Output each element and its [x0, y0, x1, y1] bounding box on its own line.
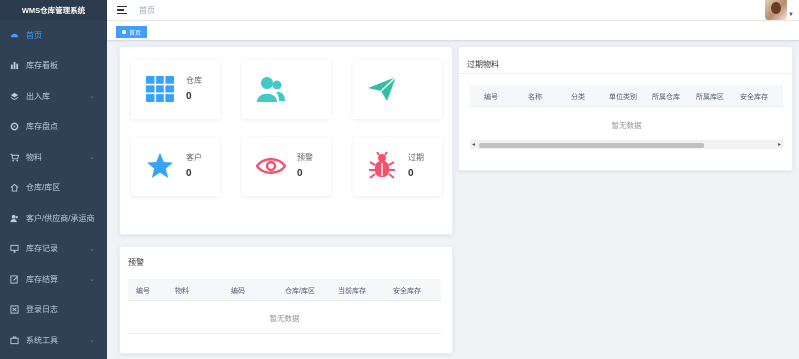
warning-panel: 预警 编号 物料 编码 仓库/库区 当前库存 安全库存 暂无数据 — [119, 246, 453, 354]
table-header: 编号 名称 分类 单位类别 所属仓库 所属库区 安全库存 — [470, 85, 783, 107]
stat-card-send[interactable] — [353, 60, 442, 119]
sidebar-item-label: 物料 — [26, 152, 42, 162]
tag-home[interactable]: 首页 — [116, 26, 148, 38]
column-header: 分类 — [571, 94, 585, 101]
column-header: 编号 — [136, 288, 150, 295]
sidebar-item-inout[interactable]: 出入库 ⌄ — [0, 81, 107, 112]
stat-value: 0 — [297, 168, 303, 179]
stat-card-warning[interactable]: 预警 0 — [242, 137, 331, 196]
panel-title: 预警 — [128, 258, 144, 267]
stats-panel: 仓库 0 客户 0 预警 0 过期 0 — [119, 46, 453, 235]
column-header: 编号 — [484, 94, 498, 101]
breadcrumb[interactable]: 首页 — [139, 5, 155, 16]
sidebar-item-settlement[interactable]: 库存结算 ⌄ — [0, 264, 107, 295]
column-header: 仓库/库区 — [285, 288, 315, 295]
log-icon — [9, 305, 19, 315]
sidebar-item-label: 客户/供应商/承运商 — [26, 213, 95, 223]
stat-label: 客户 — [186, 153, 202, 162]
sidebar-item-label: 登录日志 — [26, 305, 58, 315]
sidebar-item-warehouse-area[interactable]: 仓库/库区 — [0, 173, 107, 204]
expired-materials-panel: 过期物料 编号 名称 分类 单位类别 所属仓库 所属库区 安全库存 暂无数据 ◂… — [458, 46, 793, 171]
tools-icon — [9, 335, 19, 345]
eye-icon — [256, 151, 286, 181]
monitor-icon — [9, 244, 19, 254]
home-icon — [9, 183, 19, 193]
sidebar-item-home[interactable]: 首页 — [0, 20, 107, 51]
stat-card-users[interactable] — [242, 60, 331, 119]
sidebar-menu: 首页 库存看板 出入库 ⌄ 库存盘点 物料 ⌄ 仓库/库区 客户/供应商/承运商… — [0, 20, 107, 356]
column-header: 安全库存 — [393, 288, 421, 295]
sidebar-item-inventory-records[interactable]: 库存记录 ⌄ — [0, 234, 107, 265]
empty-text: 暂无数据 — [611, 121, 642, 130]
stat-value: 0 — [186, 168, 192, 179]
sidebar: WMS仓库管理系统 首页 库存看板 出入库 ⌄ 库存盘点 物料 ⌄ 仓库/库区 … — [0, 0, 107, 359]
chevron-down-icon: ⌄ — [89, 337, 95, 345]
tag-label: 首页 — [129, 30, 142, 37]
target-icon — [9, 122, 19, 132]
table-header: 编号 物料 编码 仓库/库区 当前库存 安全库存 — [128, 279, 441, 301]
chevron-down-icon: ⌄ — [89, 93, 95, 101]
column-header: 名称 — [528, 94, 542, 101]
sidebar-item-label: 库存结算 — [26, 274, 58, 284]
stat-card-customer[interactable]: 客户 0 — [131, 137, 220, 196]
stat-value: 0 — [408, 168, 414, 179]
scroll-right-icon[interactable]: ▸ — [778, 141, 781, 148]
sidebar-item-login-log[interactable]: 登录日志 — [0, 295, 107, 326]
active-dot-icon — [122, 30, 126, 34]
bar-chart-icon — [9, 61, 19, 71]
top-navbar: 首页 ▼ — [107, 0, 799, 21]
scrollbar-thumb[interactable] — [479, 143, 704, 148]
column-header: 当前库存 — [338, 288, 366, 295]
star-icon — [145, 151, 175, 181]
stat-card-expired[interactable]: 过期 0 — [353, 137, 442, 196]
column-header: 安全库存 — [740, 94, 768, 101]
cart-icon — [9, 152, 19, 162]
chevron-down-icon: ⌄ — [89, 245, 95, 253]
sidebar-item-material[interactable]: 物料 ⌄ — [0, 142, 107, 173]
tags-view-bar: 首页 — [107, 21, 799, 41]
column-header: 所属仓库 — [652, 94, 680, 101]
sidebar-item-partners[interactable]: 客户/供应商/承运商 — [0, 203, 107, 234]
avatar[interactable] — [765, 0, 787, 20]
sidebar-item-system-tools[interactable]: 系统工具 ⌄ — [0, 325, 107, 356]
edit-icon — [9, 274, 19, 284]
app-logo-title: WMS仓库管理系统 — [0, 0, 107, 20]
hamburger-toggle-icon[interactable] — [117, 5, 127, 15]
chevron-down-icon: ⌄ — [89, 154, 95, 162]
empty-text: 暂无数据 — [269, 314, 300, 323]
caret-down-icon[interactable]: ▼ — [788, 12, 794, 18]
layers-icon — [9, 91, 19, 101]
divider — [459, 73, 792, 74]
sidebar-item-label: 出入库 — [26, 91, 50, 101]
panel-title: 过期物料 — [467, 60, 499, 69]
sidebar-item-inventory-board[interactable]: 库存看板 — [0, 51, 107, 82]
grid-icon — [145, 74, 175, 104]
sidebar-item-label: 首页 — [26, 30, 42, 40]
column-header: 编码 — [231, 288, 245, 295]
scroll-left-icon[interactable]: ◂ — [472, 141, 475, 148]
column-header: 物料 — [175, 288, 189, 295]
sidebar-item-label: 库存记录 — [26, 244, 58, 254]
sidebar-item-stocktaking[interactable]: 库存盘点 — [0, 112, 107, 143]
horizontal-scrollbar[interactable]: ◂ ▸ — [470, 140, 783, 149]
dashboard-icon — [9, 30, 19, 40]
column-header: 所属库区 — [696, 94, 724, 101]
sidebar-item-label: 库存看板 — [26, 61, 58, 71]
stat-label: 仓库 — [186, 76, 202, 85]
stat-label: 预警 — [297, 153, 313, 162]
users-icon — [256, 74, 286, 104]
sidebar-item-label: 系统工具 — [26, 335, 58, 345]
chevron-down-icon: ⌄ — [89, 276, 95, 284]
column-header: 单位类别 — [609, 94, 637, 101]
divider — [128, 333, 441, 334]
sidebar-item-label: 库存盘点 — [26, 122, 58, 132]
sidebar-item-label: 仓库/库区 — [26, 183, 61, 193]
bug-icon — [367, 151, 397, 181]
stat-value: 0 — [186, 91, 192, 102]
stat-card-warehouse[interactable]: 仓库 0 — [131, 60, 220, 119]
users-icon — [9, 213, 19, 223]
send-icon — [367, 74, 397, 104]
stat-label: 过期 — [408, 153, 424, 162]
